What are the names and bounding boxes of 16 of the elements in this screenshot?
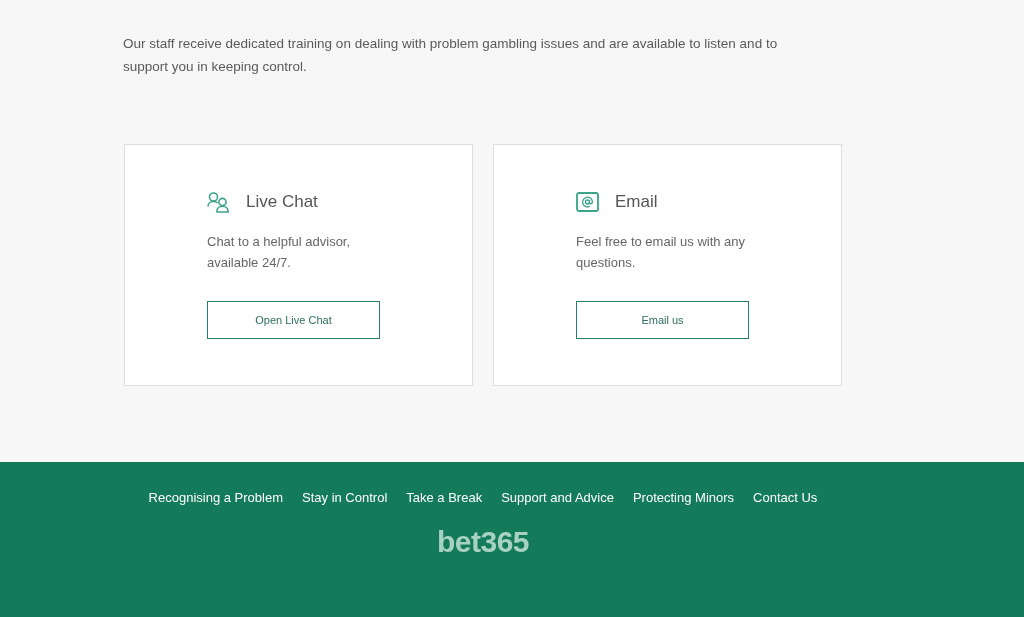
people-icon xyxy=(207,191,230,213)
footer-link[interactable]: Protecting Minors xyxy=(632,490,735,506)
at-sign-icon xyxy=(576,191,599,213)
card-title: Email xyxy=(615,192,658,212)
logo[interactable]: bet365 xyxy=(436,525,530,558)
intro-paragraph: Our staff receive dedicated training on dealing with problem gambling issues and are available to listen and to support you in keeping control. xyxy=(123,35,779,76)
card-title: Live Chat xyxy=(246,192,318,212)
contact-button[interactable]: Email us xyxy=(576,301,749,339)
footer-link[interactable]: Recognising a Problem xyxy=(148,490,283,506)
card-description: Feel free to email us with any questions. xyxy=(576,233,747,272)
card-description: Chat to a helpful advisor, available 24/7. xyxy=(207,233,352,272)
footer-link[interactable]: Support and Advice xyxy=(501,490,614,506)
footer-link[interactable]: Stay in Control xyxy=(302,490,388,506)
footer-link[interactable]: Contact Us xyxy=(753,490,818,506)
footer-link[interactable]: Take a Break xyxy=(406,490,483,506)
contact-button[interactable]: Open Live Chat xyxy=(207,301,380,339)
